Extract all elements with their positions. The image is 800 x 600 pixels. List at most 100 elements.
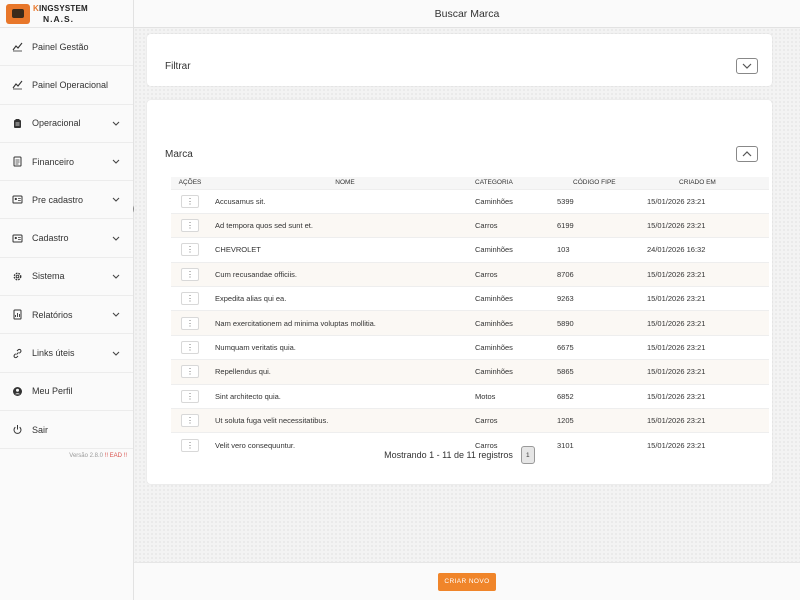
- cell-created-at: 15/01/2026 23:21: [647, 286, 769, 311]
- filter-expand-button[interactable]: [736, 58, 758, 74]
- cell-fipe-code: 6675: [557, 334, 647, 360]
- logo-title: KINGSYSTEM: [33, 3, 88, 13]
- version-label: Versão 2.8.0 !! EAD !!: [69, 453, 127, 459]
- sidebar: KINGSYSTEM N.A.S. Painel Gestão Painel Op…: [0, 0, 134, 600]
- main-content: Filtrar Marca Ações Nome Categoria Códig…: [134, 28, 800, 562]
- row-actions-button[interactable]: ⋮: [181, 219, 199, 233]
- chevron-down-icon: [111, 348, 121, 358]
- row-actions-button[interactable]: ⋮: [181, 243, 199, 257]
- app-logo[interactable]: KINGSYSTEM N.A.S.: [0, 0, 133, 28]
- row-actions-button[interactable]: ⋮: [181, 365, 199, 379]
- logo-icon: [6, 3, 30, 24]
- sidebar-item-meu-perfil[interactable]: Meu Perfil: [0, 373, 133, 411]
- cell-fipe-code: 6199: [557, 212, 647, 238]
- cell-created-at: 15/01/2026 23:21: [647, 359, 769, 385]
- cell-fipe-code: 5865: [557, 359, 647, 385]
- column-header-fipe-code[interactable]: Código FIPE: [557, 177, 647, 189]
- filter-title: Filtrar: [165, 61, 191, 72]
- brand-collapse-button[interactable]: [736, 146, 758, 162]
- cell-created-at: 15/01/2026 23:21: [647, 212, 769, 238]
- dashboard-chart-icon: [12, 79, 23, 90]
- column-header-created-at[interactable]: Criado em: [647, 177, 769, 189]
- table-row: ⋮ Nam exercitationem ad minima voluptas m…: [171, 310, 769, 336]
- gear-icon: [12, 271, 23, 282]
- cell-name: Repellendus qui.: [209, 359, 475, 385]
- power-icon: [12, 424, 23, 435]
- sidebar-item-label: Sistema: [32, 271, 65, 282]
- pagination: Mostrando 1 - 11 de 11 registros 1: [147, 446, 772, 464]
- link-icon: [12, 348, 23, 359]
- brand-title: Marca: [165, 149, 193, 160]
- cell-created-at: 15/01/2026 23:21: [647, 383, 769, 409]
- sidebar-item-pre-cadastro[interactable]: Pre cadastro: [0, 181, 133, 220]
- table-row: ⋮ Ad tempora quos sed sunt et. Carros 6199 1…: [171, 212, 769, 238]
- sidebar-item-painel-operacional[interactable]: Painel Operacional: [0, 66, 133, 105]
- table-row: ⋮ CHEVROLET Caminhões 103 24/01/2026 16:32: [171, 237, 769, 263]
- column-header-name[interactable]: Nome: [209, 177, 475, 189]
- row-actions-button[interactable]: ⋮: [181, 316, 199, 330]
- sidebar-item-sair[interactable]: Sair: [0, 411, 133, 450]
- brand-table: Ações Nome Categoria Código FIPE Criado …: [171, 177, 769, 458]
- clipboard-icon: [12, 118, 23, 129]
- cell-name: Sint architecto quia.: [209, 383, 475, 409]
- brand-table-body: ⋮ Accusamus sit. Caminhões 5399 15/01/2026 2…: [171, 188, 769, 458]
- sidebar-item-label: Relatórios: [32, 309, 73, 320]
- cell-name: Expedita alias qui ea.: [209, 286, 475, 311]
- cell-fipe-code: 5399: [557, 188, 647, 214]
- cell-created-at: 15/01/2026 23:21: [647, 334, 769, 360]
- pagination-summary: Mostrando 1 - 11 de 11 registros: [384, 450, 513, 460]
- id-card-icon: [12, 233, 23, 244]
- cell-name: Ad tempora quos sed sunt et.: [209, 212, 475, 238]
- cell-fipe-code: 103: [557, 237, 647, 263]
- cell-fipe-code: 8706: [557, 261, 647, 287]
- page-button-1[interactable]: 1: [520, 446, 535, 464]
- table-row: ⋮ Accusamus sit. Caminhões 5399 15/01/2026 2…: [171, 188, 769, 214]
- sidebar-item-label: Painel Operacional: [32, 79, 109, 90]
- cell-category: Caminhões: [475, 359, 557, 385]
- column-header-actions[interactable]: Ações: [171, 177, 209, 189]
- sidebar-item-label: Meu Perfil: [32, 386, 73, 397]
- sidebar-item-links-uteis[interactable]: Links úteis: [0, 334, 133, 373]
- sidebar-item-label: Links úteis: [32, 348, 75, 359]
- sidebar-item-painel-gestao[interactable]: Painel Gestão: [0, 28, 133, 67]
- filter-panel: Filtrar: [147, 34, 772, 86]
- cell-created-at: 24/01/2026 16:32: [647, 237, 769, 263]
- row-actions-button[interactable]: ⋮: [181, 194, 199, 208]
- chevron-down-icon: [111, 310, 121, 320]
- id-card-icon: [12, 194, 23, 205]
- cell-name: Cum recusandae officiis.: [209, 261, 475, 287]
- sidebar-item-financeiro[interactable]: Financeiro: [0, 143, 133, 182]
- chevron-down-icon: [111, 271, 121, 281]
- sidebar-item-cadastro[interactable]: Cadastro: [0, 219, 133, 258]
- cell-fipe-code: 6852: [557, 383, 647, 409]
- row-actions-button[interactable]: ⋮: [181, 389, 199, 403]
- row-actions-button[interactable]: ⋮: [181, 267, 199, 281]
- cell-name: Ut soluta fuga velit necessitatibus.: [209, 408, 475, 433]
- cell-name: Accusamus sit.: [209, 188, 475, 214]
- report-icon: [12, 309, 23, 320]
- footer-bar: CRIAR NOVO: [134, 562, 800, 600]
- table-row: ⋮ Numquam veritatis quia. Caminhões 6675 15/…: [171, 334, 769, 360]
- chevron-down-icon: [111, 157, 121, 167]
- sidebar-item-relatorios[interactable]: Relatórios: [0, 296, 133, 335]
- cell-category: Caminhões: [475, 286, 557, 311]
- cell-name: CHEVROLET: [209, 237, 475, 263]
- sidebar-nav: Painel Gestão Painel Operacional Operacion…: [0, 28, 133, 450]
- chevron-down-icon: [111, 233, 121, 243]
- sidebar-item-operacional[interactable]: Operacional: [0, 105, 133, 143]
- row-actions-button[interactable]: ⋮: [181, 292, 199, 306]
- cell-category: Motos: [475, 383, 557, 409]
- create-new-button[interactable]: CRIAR NOVO: [438, 572, 496, 591]
- brand-panel: Marca Ações Nome Categoria Código FIPE C…: [147, 100, 772, 484]
- table-row: ⋮ Repellendus qui. Caminhões 5865 15/01/2026…: [171, 359, 769, 385]
- table-row: ⋮ Ut soluta fuga velit necessitatibus. Car…: [171, 408, 769, 433]
- chevron-down-icon: [111, 195, 121, 205]
- row-actions-button[interactable]: ⋮: [181, 341, 199, 355]
- sidebar-item-sistema[interactable]: Sistema: [0, 258, 133, 297]
- row-actions-button[interactable]: ⋮: [181, 414, 199, 428]
- cell-category: Carros: [475, 408, 557, 433]
- sidebar-item-label: Painel Gestão: [32, 41, 89, 52]
- cell-category: Caminhões: [475, 237, 557, 263]
- table-header-row: Ações Nome Categoria Código FIPE Criado …: [171, 177, 769, 189]
- column-header-category[interactable]: Categoria: [475, 177, 557, 189]
